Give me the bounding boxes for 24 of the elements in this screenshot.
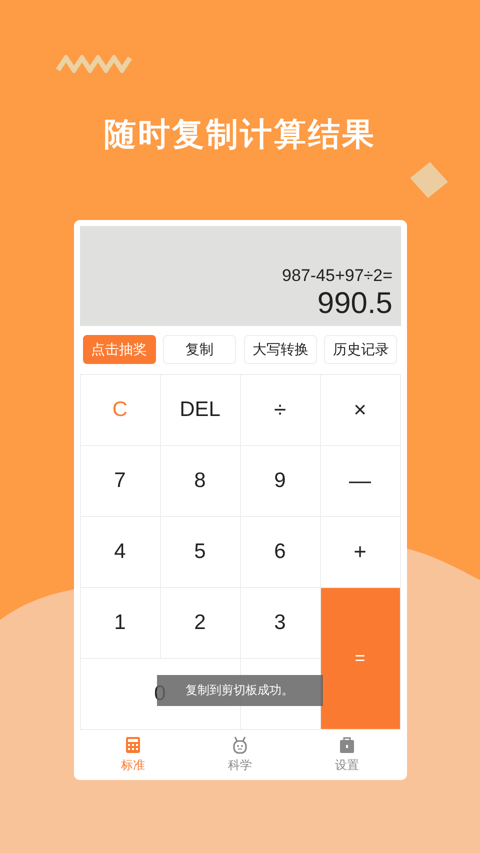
keypad-key[interactable]: 2 (160, 588, 240, 658)
headline: 随时复制计算结果 (104, 114, 376, 155)
result-text: 990.5 (317, 286, 392, 322)
action-button[interactable]: 复制 (163, 335, 236, 364)
keypad-key[interactable]: 8 (160, 446, 240, 516)
keypad-key[interactable]: 5 (160, 517, 240, 587)
keypad-key[interactable]: 6 (240, 517, 320, 587)
tab-item[interactable]: 科学 (210, 736, 270, 774)
keypad-key[interactable]: 3 (240, 588, 320, 658)
action-button[interactable]: 大写转换 (244, 335, 317, 364)
cube-drawing (410, 162, 448, 198)
keypad-key[interactable]: ÷ (240, 375, 320, 445)
toolbox-icon (339, 736, 355, 754)
keypad-key[interactable]: 1 (80, 588, 160, 658)
robot-icon (232, 736, 248, 754)
keypad-key[interactable]: — (320, 446, 400, 516)
keypad-key[interactable]: DEL (160, 375, 240, 445)
keypad-key[interactable]: 9 (240, 446, 320, 516)
calculator-icon (125, 736, 141, 754)
keypad-key[interactable]: + (320, 517, 400, 587)
action-button[interactable]: 历史记录 (324, 335, 398, 364)
tab-item[interactable]: 设置 (317, 736, 377, 774)
expression-text: 987-45+97÷2= (282, 266, 392, 286)
keypad-key[interactable]: × (320, 375, 400, 445)
